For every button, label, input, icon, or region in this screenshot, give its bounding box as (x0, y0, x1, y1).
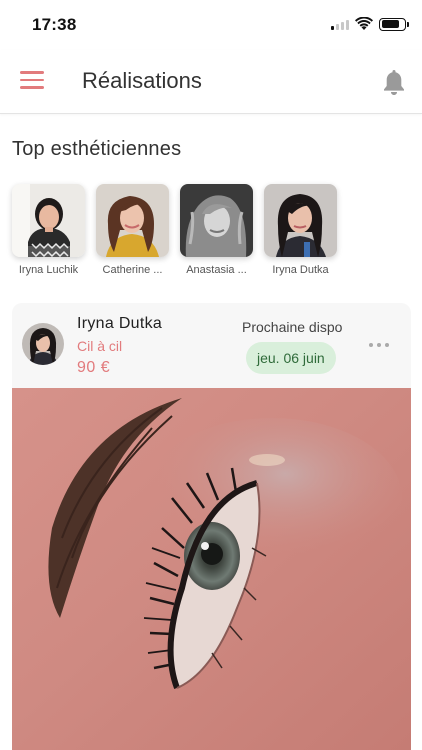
post-author-name[interactable]: Iryna Dutka (77, 315, 162, 333)
esthetician-card[interactable]: Iryna Dutka (264, 184, 337, 276)
esthetician-name: Catherine ... (102, 264, 163, 276)
battery-icon (379, 17, 409, 31)
status-bar: 17:38 (0, 0, 422, 50)
avatar[interactable] (22, 323, 64, 365)
avatar (180, 184, 253, 257)
section-title: Top esthéticiennes (12, 138, 182, 160)
esthetician-list: Iryna Luchik Catherine ... Anastasia ...… (12, 184, 337, 276)
more-icon[interactable] (369, 343, 389, 349)
menu-icon[interactable] (20, 71, 44, 91)
post-photo[interactable] (12, 388, 411, 750)
avatar (12, 184, 85, 257)
esthetician-name: Iryna Luchik (18, 264, 79, 276)
bell-icon[interactable] (382, 68, 406, 96)
esthetician-card[interactable]: Anastasia ... (180, 184, 253, 276)
post-card[interactable]: Iryna Dutka Cil à cil 90 € Prochaine dis… (12, 303, 411, 750)
esthetician-name: Iryna Dutka (272, 264, 329, 276)
status-icons (331, 17, 409, 31)
esthetician-card[interactable]: Iryna Luchik (12, 184, 85, 276)
page-title: Réalisations (82, 68, 202, 93)
esthetician-name: Anastasia ... (186, 264, 247, 276)
post-price: 90 € (77, 359, 111, 376)
status-time: 17:38 (32, 15, 77, 34)
wifi-icon (355, 17, 373, 30)
next-availability-label: Prochaine dispo (242, 319, 343, 335)
avatar (264, 184, 337, 257)
avatar (96, 184, 169, 257)
signal-icon (331, 18, 349, 30)
next-availability-badge[interactable]: jeu. 06 juin (246, 342, 336, 374)
post-service: Cil à cil (77, 338, 123, 354)
post-header: Iryna Dutka Cil à cil 90 € Prochaine dis… (12, 303, 411, 388)
app-header: Réalisations (0, 50, 422, 114)
esthetician-card[interactable]: Catherine ... (96, 184, 169, 276)
